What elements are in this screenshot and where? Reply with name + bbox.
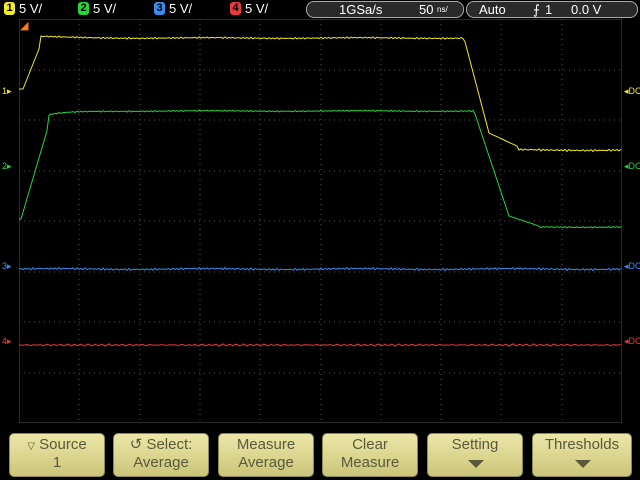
measure-softkey-label: Measure xyxy=(236,436,296,453)
timebase-value: 50 xyxy=(419,2,434,17)
source-knob-icon: ▽ xyxy=(27,441,35,452)
channel-2-scale: 5 V/ xyxy=(93,1,117,16)
oscilloscope-display: 1 5 V/ 2 5 V/ 3 5 V/ 4 5 V/ 1GSa/s 50 ns… xyxy=(0,0,640,480)
channel-1-indicator[interactable]: 1 5 V/ xyxy=(4,1,74,17)
sample-rate: 1GSa/s xyxy=(339,2,383,17)
ch4-ground-marker[interactable]: 4▸ xyxy=(2,336,12,347)
ch4-coupling-marker: ◂DC xyxy=(624,336,640,346)
ch2-coupling-label: DC xyxy=(628,161,640,171)
channel-4-badge: 4 xyxy=(230,2,241,15)
channel-2-indicator[interactable]: 2 5 V/ xyxy=(78,1,148,17)
clear-softkey-label: Clear xyxy=(352,436,388,453)
ch3-ground-label: 3 xyxy=(2,261,8,271)
source-softkey-label: Source xyxy=(39,436,87,453)
source-softkey[interactable]: ▽ Source 1 xyxy=(9,433,105,477)
softkey-bar: ▽ Source 1 ↺ Select: Average Measure Ave… xyxy=(0,425,640,480)
ch4-coupling-label: DC xyxy=(628,336,640,346)
trigger-level: 0.0 V xyxy=(571,2,602,17)
horizontal-settings[interactable]: 1GSa/s 50 ns/ xyxy=(306,1,464,18)
clear-measure-softkey[interactable]: Clear Measure xyxy=(322,433,418,477)
channel-1-badge: 1 xyxy=(4,2,15,15)
channel-3-badge: 3 xyxy=(154,2,165,15)
measure-average-softkey[interactable]: Measure Average xyxy=(218,433,314,477)
ch3-coupling-label: DC xyxy=(628,261,640,271)
ch2-ground-label: 2 xyxy=(2,161,8,171)
ch1-coupling-marker: ◂DC xyxy=(624,86,640,96)
channel-3-scale: 5 V/ xyxy=(169,1,193,16)
timebase-unit: ns/ xyxy=(437,5,448,14)
waveform-graticule xyxy=(19,19,622,423)
source-softkey-value: 1 xyxy=(52,454,62,471)
ch1-coupling-label: DC xyxy=(628,86,640,96)
select-knob-icon: ↺ xyxy=(129,436,143,453)
ch1-ground-marker[interactable]: 1▸ xyxy=(2,86,12,97)
thresholds-submenu-arrow-icon xyxy=(575,460,591,468)
ch3-ground-marker[interactable]: 3▸ xyxy=(2,261,12,272)
trigger-slope-icon: ⨍ xyxy=(533,2,540,17)
channel-2-badge: 2 xyxy=(78,2,89,15)
select-softkey-value: Average xyxy=(133,454,189,471)
thresholds-softkey[interactable]: Thresholds xyxy=(532,433,632,477)
measure-softkey-value: Average xyxy=(238,454,294,471)
select-softkey[interactable]: ↺ Select: Average xyxy=(113,433,209,477)
ch2-coupling-marker: ◂DC xyxy=(624,161,640,171)
trigger-position-icon[interactable]: ◢ xyxy=(20,19,28,32)
select-softkey-label: Select: xyxy=(146,436,193,453)
setting-softkey[interactable]: Setting xyxy=(427,433,523,477)
ch1-ground-label: 1 xyxy=(2,86,8,96)
trigger-mode: Auto xyxy=(479,2,506,17)
clear-softkey-value: Measure xyxy=(340,454,400,471)
trigger-settings[interactable]: Auto ⨍ 1 0.0 V xyxy=(466,1,638,18)
ch3-coupling-marker: ◂DC xyxy=(624,261,640,271)
channel-1-scale: 5 V/ xyxy=(19,1,43,16)
thresholds-softkey-label: Thresholds xyxy=(544,436,620,453)
ch4-ground-label: 4 xyxy=(2,336,8,346)
status-bar: 1 5 V/ 2 5 V/ 3 5 V/ 4 5 V/ 1GSa/s 50 ns… xyxy=(0,0,640,18)
setting-submenu-arrow-icon xyxy=(468,460,484,468)
trigger-source: 1 xyxy=(545,2,553,17)
ch2-ground-marker[interactable]: 2▸ xyxy=(2,161,12,172)
setting-softkey-label: Setting xyxy=(451,436,499,453)
channel-3-indicator[interactable]: 3 5 V/ xyxy=(154,1,224,17)
channel-4-indicator[interactable]: 4 5 V/ xyxy=(230,1,300,17)
channel-4-scale: 5 V/ xyxy=(245,1,269,16)
